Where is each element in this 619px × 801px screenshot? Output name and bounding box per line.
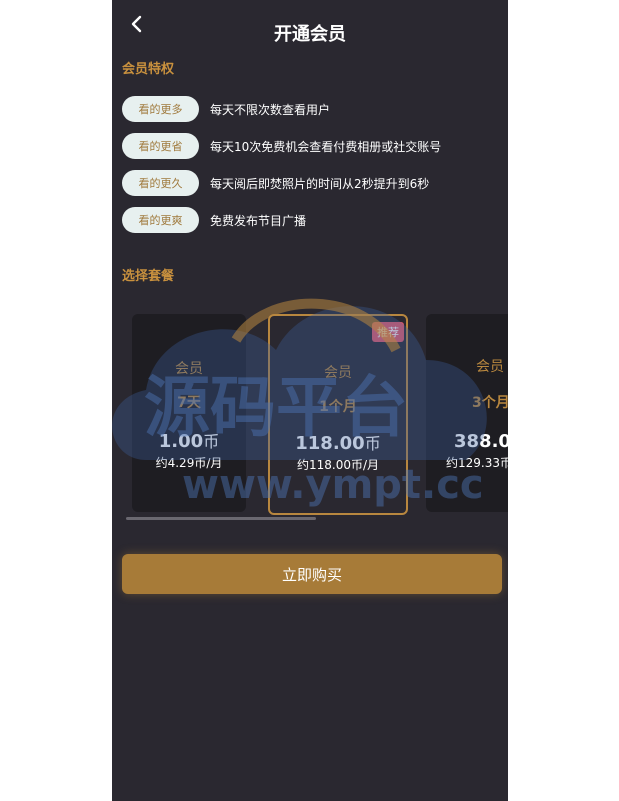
carousel-scrollbar[interactable] <box>126 517 316 520</box>
plan-card-1-month[interactable]: 推荐 会员 1个月 118.00币 约118.00币/月 <box>268 314 408 515</box>
privilege-text: 每天阅后即焚照片的时间从2秒提升到6秒 <box>210 176 430 191</box>
plan-average: 约118.00币/月 <box>296 458 380 472</box>
privilege-pill: 看的更省 <box>122 133 199 159</box>
plan-price: 1.00币 <box>158 431 220 452</box>
plan-duration: 3个月 <box>472 395 508 411</box>
privilege-pill: 看的更爽 <box>122 207 199 233</box>
privilege-pill: 看的更久 <box>122 170 199 196</box>
plan-card-7-days[interactable]: 会员 7天 1.00币 约4.29币/月 <box>132 314 246 512</box>
privilege-text: 每天10次免费机会查看付费相册或社交账号 <box>210 139 442 154</box>
page-title: 开通会员 <box>274 24 346 45</box>
plan-price: 388.00币 <box>454 431 508 452</box>
plan-average: 约129.33币/月 <box>446 456 508 470</box>
privilege-text: 免费发布节目广播 <box>210 213 307 228</box>
privilege-item: 看的更省 每天10次免费机会查看付费相册或社交账号 <box>122 133 441 159</box>
plan-card-3-months[interactable]: 会员 3个月 388.00币 约129.33币/月 <box>426 314 508 512</box>
privilege-text: 每天不限次数查看用户 <box>210 102 331 117</box>
privileges-section-title: 会员特权 <box>122 62 175 77</box>
buy-now-button[interactable]: 立即购买 <box>122 554 502 594</box>
plan-name: 会员 <box>324 365 352 381</box>
privilege-item: 看的更爽 免费发布节目广播 <box>122 207 306 233</box>
plan-name: 会员 <box>476 359 504 375</box>
plan-name: 会员 <box>175 361 203 377</box>
header: 开通会员 <box>112 0 508 60</box>
plan-duration: 7天 <box>177 395 201 411</box>
plan-carousel[interactable]: 会员 7天 1.00币 约4.29币/月 推荐 会员 1个月 118.00币 约… <box>112 312 508 522</box>
plans-section-title: 选择套餐 <box>122 269 175 284</box>
phone-screen: 开通会员 会员特权 看的更多 每天不限次数查看用户 看的更省 每天10次免费机会… <box>112 0 508 801</box>
plan-average: 约4.29币/月 <box>155 456 223 470</box>
privilege-item: 看的更久 每天阅后即焚照片的时间从2秒提升到6秒 <box>122 170 429 196</box>
privilege-item: 看的更多 每天不限次数查看用户 <box>122 96 330 122</box>
plan-duration: 1个月 <box>319 399 357 415</box>
privilege-pill: 看的更多 <box>122 96 199 122</box>
plan-price: 118.00币 <box>295 433 381 454</box>
recommend-badge: 推荐 <box>372 322 404 342</box>
